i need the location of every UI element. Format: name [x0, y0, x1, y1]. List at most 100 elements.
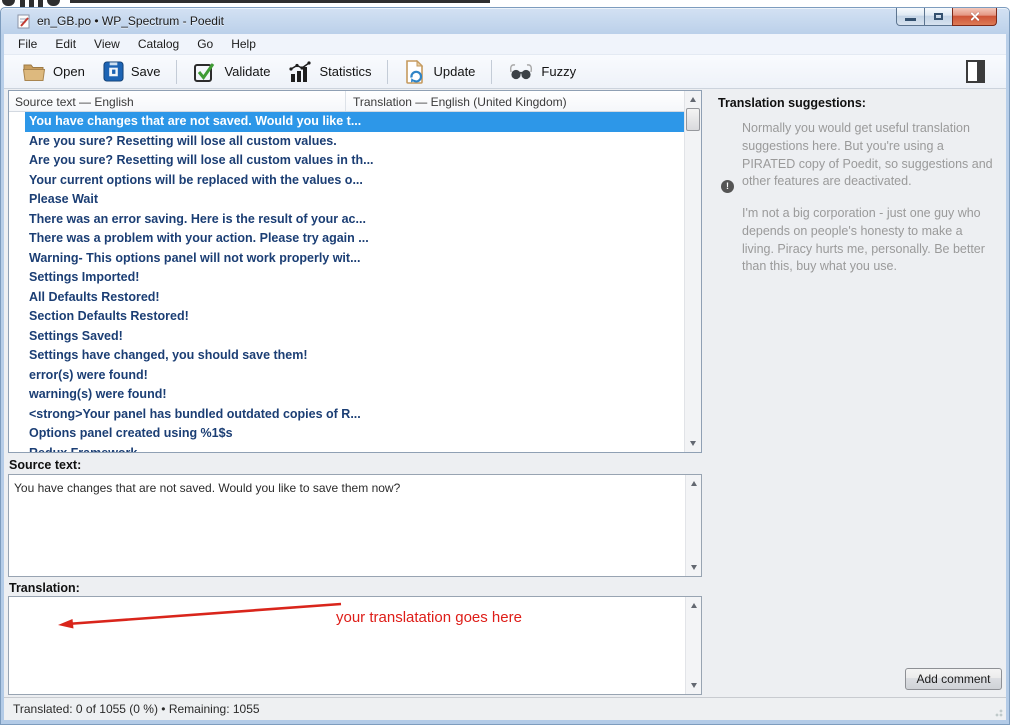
- minimize-icon: [905, 18, 916, 21]
- suggestions-paragraph-2: I'm not a big corporation - just one guy…: [742, 205, 994, 276]
- row-source-text: Redux Framework: [29, 446, 137, 453]
- table-row[interactable]: There was a problem with your action. Pl…: [25, 229, 685, 249]
- list-header: Source text — English Translation — Engl…: [9, 91, 701, 112]
- table-row[interactable]: Settings have changed, you should save t…: [25, 346, 685, 366]
- table-row[interactable]: Settings Imported!: [25, 268, 685, 288]
- toolbar: Open Save Validate: [4, 55, 1006, 89]
- row-source-text: Are you sure? Resetting will lose all cu…: [29, 153, 374, 167]
- annotation-text: your translatation goes here: [336, 609, 522, 626]
- validate-button-label: Validate: [224, 64, 270, 79]
- close-icon: [969, 11, 980, 22]
- suggestions-paragraph-1: Normally you would get useful translatio…: [742, 120, 994, 191]
- table-row[interactable]: error(s) were found!: [25, 366, 685, 386]
- maximize-button[interactable]: [925, 8, 952, 26]
- table-row[interactable]: Options panel created using %1$s: [25, 424, 685, 444]
- column-header-source[interactable]: Source text — English: [9, 91, 346, 111]
- menu-file[interactable]: File: [9, 35, 46, 53]
- row-source-text: error(s) were found!: [29, 368, 148, 382]
- table-row[interactable]: <strong>Your panel has bundled outdated …: [25, 405, 685, 425]
- table-row[interactable]: Your current options will be replaced wi…: [25, 171, 685, 191]
- title-bar[interactable]: en_GB.po • WP_Spectrum - Poedit: [4, 8, 1006, 34]
- message-list-body: You have changes that are not saved. Wou…: [9, 112, 685, 452]
- exclamation-icon: [721, 180, 734, 193]
- row-source-text: Are you sure? Resetting will lose all cu…: [29, 134, 337, 148]
- scroll-down-icon[interactable]: [685, 436, 700, 451]
- table-row[interactable]: Section Defaults Restored!: [25, 307, 685, 327]
- table-row[interactable]: All Defaults Restored!: [25, 288, 685, 308]
- translation-label: Translation:: [9, 581, 80, 595]
- maximize-icon: [934, 13, 943, 20]
- resize-grip[interactable]: [991, 705, 1003, 717]
- source-scrollbar[interactable]: [685, 475, 701, 576]
- table-row[interactable]: Please Wait: [25, 190, 685, 210]
- row-source-text: Your current options will be replaced wi…: [29, 173, 363, 187]
- statistics-button[interactable]: Statistics: [279, 59, 380, 85]
- open-button-label: Open: [53, 64, 85, 79]
- source-text-box[interactable]: You have changes that are not saved. Wou…: [8, 474, 702, 577]
- scroll-up-icon[interactable]: [685, 92, 700, 107]
- status-bar: Translated: 0 of 1055 (0 %) • Remaining:…: [4, 697, 1006, 720]
- table-row[interactable]: Are you sure? Resetting will lose all cu…: [25, 132, 685, 152]
- list-scrollbar[interactable]: [684, 91, 701, 452]
- add-comment-button[interactable]: Add comment: [905, 668, 1002, 690]
- row-source-text: warning(s) were found!: [29, 387, 167, 401]
- background-page-fragment: [2, 0, 502, 7]
- row-source-text: Section Defaults Restored!: [29, 309, 189, 323]
- scroll-up-icon[interactable]: [686, 598, 701, 613]
- sidebar-toggle-icon[interactable]: [966, 60, 985, 83]
- scrollbar-thumb[interactable]: [686, 108, 700, 131]
- status-text: Translated: 0 of 1055 (0 %) • Remaining:…: [13, 702, 260, 716]
- table-row[interactable]: There was an error saving. Here is the r…: [25, 210, 685, 230]
- fuzzy-button[interactable]: Fuzzy: [499, 60, 585, 84]
- table-row[interactable]: Settings Saved!: [25, 327, 685, 347]
- row-source-text: Warning- This options panel will not wor…: [29, 251, 361, 265]
- scroll-down-icon[interactable]: [686, 560, 701, 575]
- update-button[interactable]: Update: [395, 58, 484, 86]
- client-area: Source text — English Translation — Engl…: [4, 89, 1006, 720]
- suggestions-heading: Translation suggestions:: [718, 96, 1006, 110]
- scroll-down-icon[interactable]: [686, 678, 701, 693]
- menu-catalog[interactable]: Catalog: [129, 35, 188, 53]
- row-source-text: There was an error saving. Here is the r…: [29, 212, 366, 226]
- source-text-value: You have changes that are not saved. Wou…: [9, 475, 701, 497]
- source-text-label: Source text:: [9, 458, 81, 472]
- row-source-text: Settings have changed, you should save t…: [29, 348, 308, 362]
- close-button[interactable]: [952, 8, 997, 26]
- message-list-panel: Source text — English Translation — Engl…: [8, 90, 702, 453]
- statistics-chart-icon: [288, 61, 312, 83]
- statistics-button-label: Statistics: [319, 64, 371, 79]
- toolbar-separator: [387, 60, 388, 84]
- menu-bar: File Edit View Catalog Go Help: [4, 34, 1006, 55]
- minimize-button[interactable]: [896, 8, 925, 26]
- column-header-translation[interactable]: Translation — English (United Kingdom): [346, 91, 701, 111]
- fuzzy-button-label: Fuzzy: [541, 64, 576, 79]
- validate-button[interactable]: Validate: [184, 59, 279, 85]
- add-comment-label: Add comment: [916, 672, 990, 686]
- open-folder-icon: [22, 62, 46, 82]
- menu-help[interactable]: Help: [222, 35, 265, 53]
- table-row[interactable]: Are you sure? Resetting will lose all cu…: [25, 151, 685, 171]
- menu-go[interactable]: Go: [188, 35, 222, 53]
- suggestions-sidebar: Translation suggestions: Normally you wo…: [704, 89, 1006, 664]
- update-refresh-icon: [404, 60, 426, 84]
- table-row[interactable]: Warning- This options panel will not wor…: [25, 249, 685, 269]
- save-button[interactable]: Save: [94, 59, 170, 84]
- row-source-text: All Defaults Restored!: [29, 290, 160, 304]
- translation-input-box[interactable]: your translatation goes here: [8, 596, 702, 695]
- table-row[interactable]: warning(s) were found!: [25, 385, 685, 405]
- scroll-up-icon[interactable]: [686, 476, 701, 491]
- menu-edit[interactable]: Edit: [46, 35, 85, 53]
- row-source-text: Settings Imported!: [29, 270, 139, 284]
- validate-check-icon: [193, 61, 217, 83]
- table-row[interactable]: Redux Framework: [25, 444, 685, 453]
- toolbar-separator: [491, 60, 492, 84]
- save-button-label: Save: [131, 64, 161, 79]
- translation-scrollbar[interactable]: [685, 597, 701, 694]
- row-source-text: <strong>Your panel has bundled outdated …: [29, 407, 361, 421]
- menu-view[interactable]: View: [85, 35, 129, 53]
- open-button[interactable]: Open: [13, 60, 94, 84]
- row-source-text: You have changes that are not saved. Wou…: [29, 114, 361, 128]
- row-source-text: Settings Saved!: [29, 329, 123, 343]
- table-row[interactable]: You have changes that are not saved. Wou…: [25, 112, 685, 132]
- red-annotation-arrow: [9, 597, 369, 642]
